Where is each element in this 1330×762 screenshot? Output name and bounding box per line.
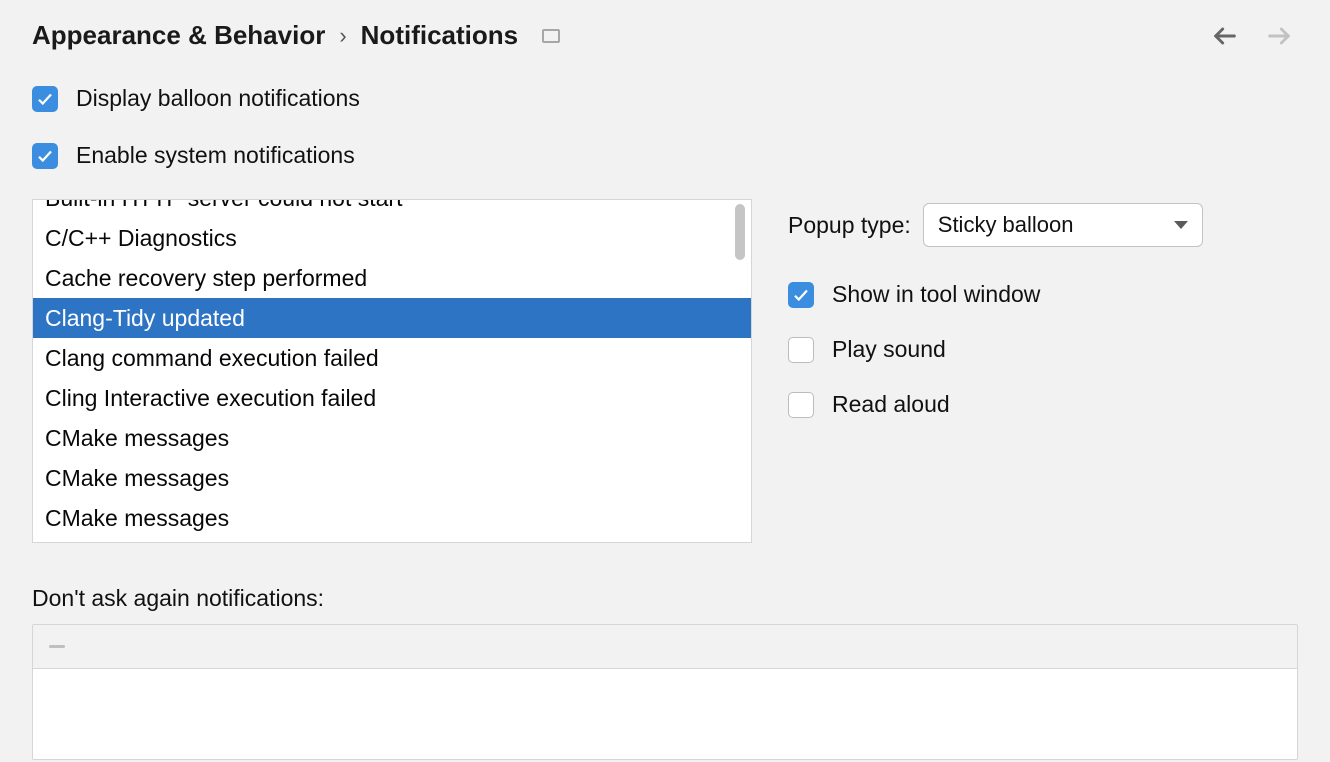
list-item[interactable]: CMake messages [33,498,751,538]
dont-ask-again-toolbar [33,625,1297,669]
list-item[interactable]: CMake messages [33,458,751,498]
nav-arrows [1210,21,1298,51]
popup-type-select[interactable]: Sticky balloon [923,203,1203,247]
enable-system-label[interactable]: Enable system notifications [76,142,355,169]
list-item[interactable]: Clang command execution failed [33,338,751,378]
show-in-tool-window-checkbox[interactable] [788,282,814,308]
list-item[interactable]: Cling Interactive execution failed [33,378,751,418]
read-aloud-label[interactable]: Read aloud [832,391,950,418]
breadcrumb-parent[interactable]: Appearance & Behavior [32,20,325,51]
breadcrumb: Appearance & Behavior › Notifications [32,20,560,51]
scrollbar-thumb[interactable] [735,204,745,260]
display-balloon-label[interactable]: Display balloon notifications [76,85,360,112]
notification-groups-list[interactable]: Built-in HTTP server could not startC/C+… [32,199,752,543]
remove-button[interactable] [47,637,67,657]
popup-type-label: Popup type: [788,212,911,239]
list-item[interactable]: CMake messages [33,418,751,458]
display-balloon-checkbox[interactable] [32,86,58,112]
list-item[interactable]: C/C++ Diagnostics [33,218,751,258]
tool-window-icon[interactable] [542,29,560,43]
read-aloud-checkbox[interactable] [788,392,814,418]
dont-ask-again-table [32,624,1298,760]
dont-ask-again-label: Don't ask again notifications: [32,585,1298,612]
back-button[interactable] [1210,21,1240,51]
list-item[interactable]: Built-in HTTP server could not start [33,200,751,218]
chevron-down-icon [1174,221,1188,229]
dont-ask-again-body[interactable] [33,669,1297,759]
show-in-tool-window-label[interactable]: Show in tool window [832,281,1040,308]
enable-system-checkbox[interactable] [32,143,58,169]
play-sound-label[interactable]: Play sound [832,336,946,363]
popup-type-value: Sticky balloon [938,212,1074,238]
breadcrumb-sep: › [339,23,346,49]
list-item[interactable]: Cache recovery step performed [33,258,751,298]
breadcrumb-current: Notifications [361,20,518,51]
play-sound-checkbox[interactable] [788,337,814,363]
list-item[interactable]: Clang-Tidy updated [33,298,751,338]
forward-button [1264,21,1294,51]
